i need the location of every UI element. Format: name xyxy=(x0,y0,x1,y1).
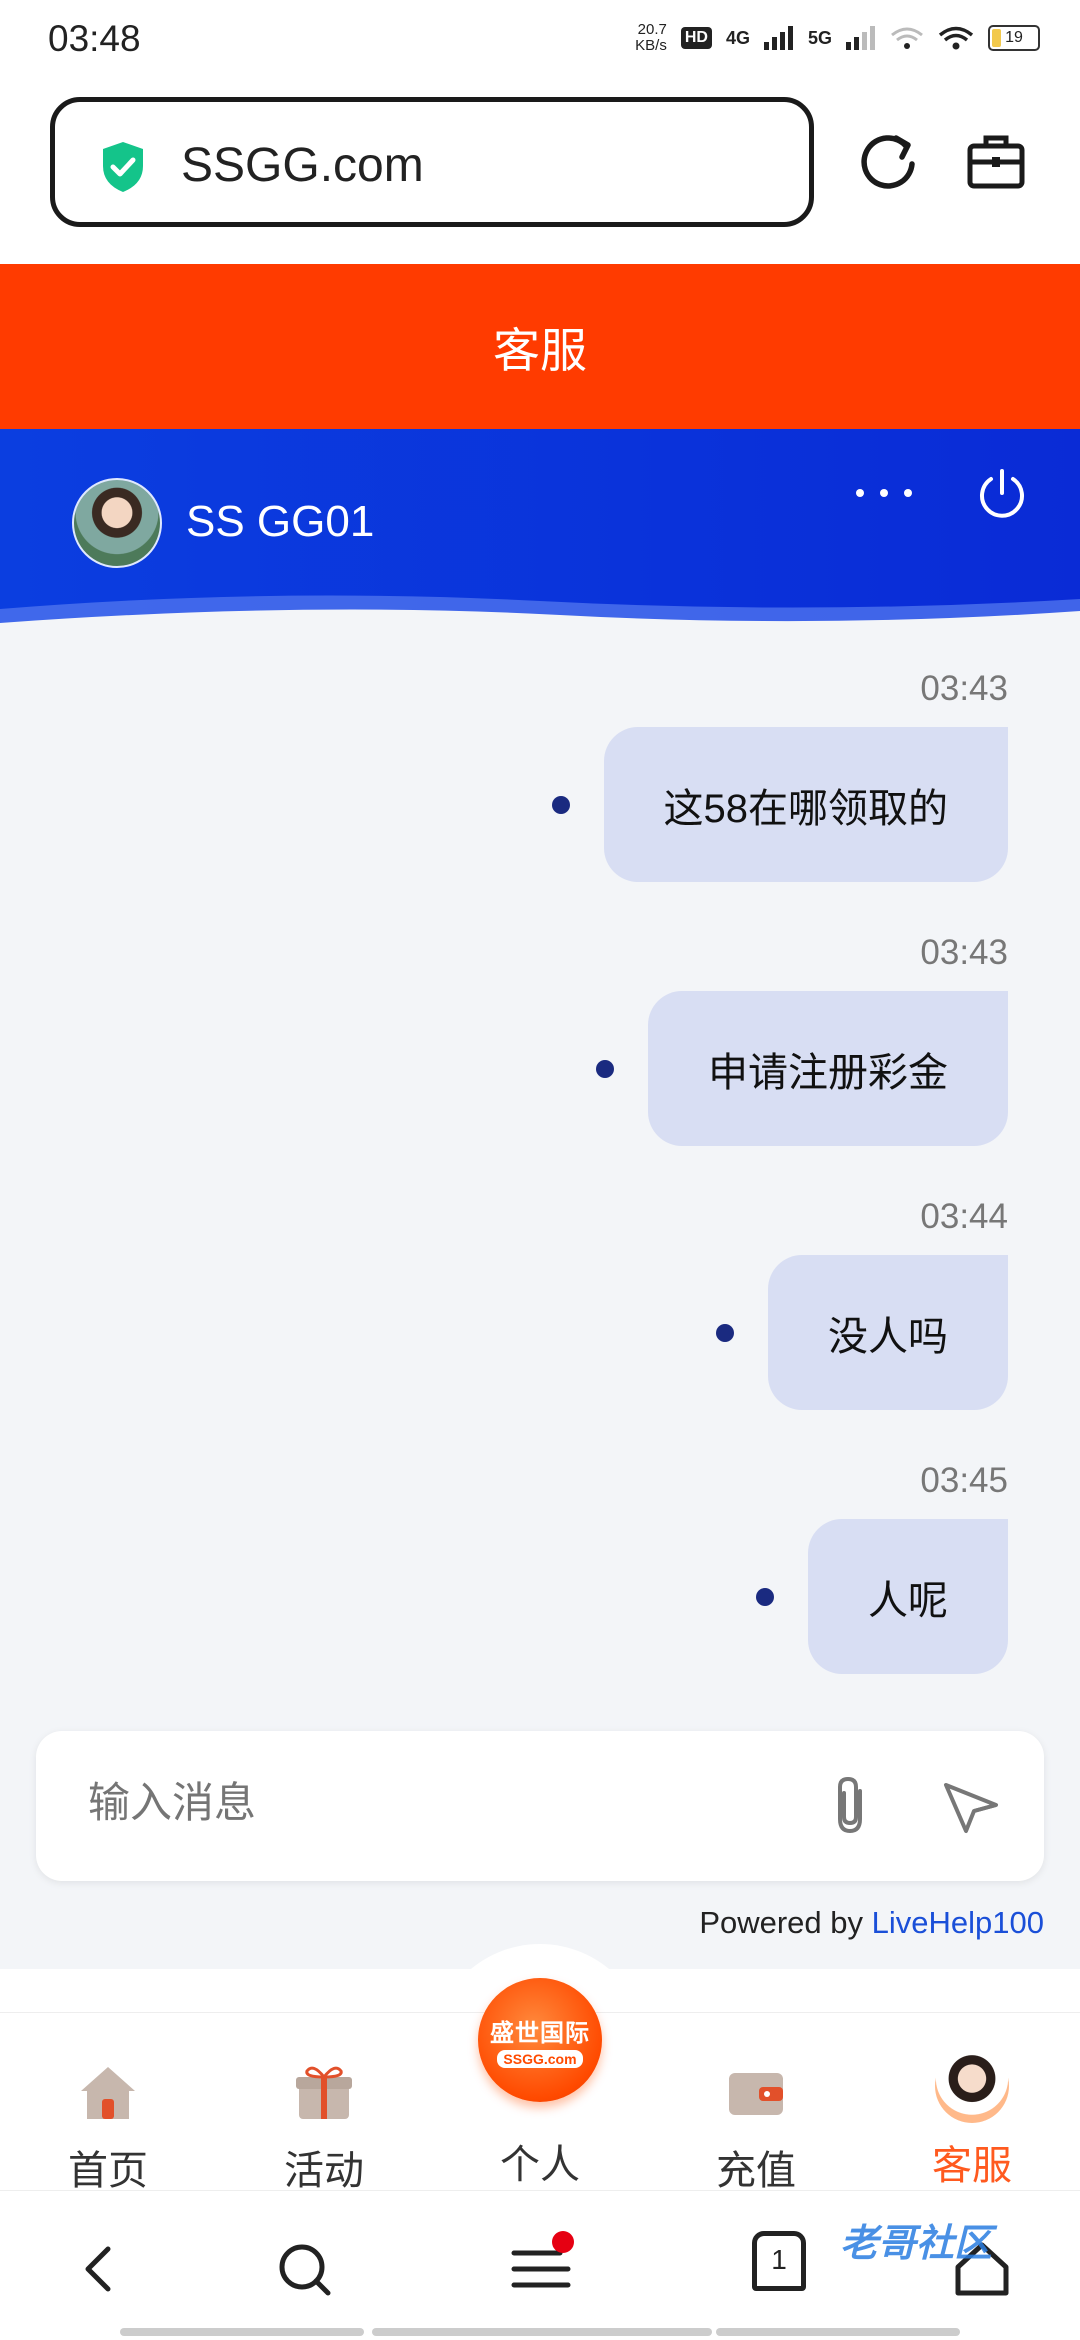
page-header: 客服 xyxy=(0,264,1080,429)
tab-label: 充值 xyxy=(716,2149,796,2193)
signal-4g-icon: 4G xyxy=(725,27,750,48)
scroll-handle xyxy=(372,2328,712,2336)
tabs-button[interactable]: 1 xyxy=(752,2231,806,2291)
more-options-button[interactable] xyxy=(856,481,912,505)
message-time: 03:45 xyxy=(920,1461,1008,1500)
powered-by: Powered by LiveHelp100 xyxy=(699,1905,1044,1940)
search-icon[interactable] xyxy=(274,2239,334,2299)
tab-personal-label[interactable]: 个人 xyxy=(480,2132,600,2190)
tab-home[interactable]: 首页 xyxy=(48,2061,168,2196)
livehelp-link[interactable]: LiveHelp100 xyxy=(872,1905,1044,1940)
message-time: 03:43 xyxy=(920,933,1008,972)
message-input[interactable] xyxy=(88,1779,788,1827)
back-icon[interactable] xyxy=(70,2239,130,2299)
tab-label: 客服 xyxy=(932,2144,1012,2188)
tab-recharge[interactable]: 充值 xyxy=(696,2061,816,2196)
message-bubble: 人呢 xyxy=(808,1519,1008,1674)
url-text: SSGG.com xyxy=(181,139,424,192)
agent-name: SS GG01 xyxy=(186,497,375,546)
signal-bars-icon-2 xyxy=(846,26,875,50)
menu-button[interactable] xyxy=(510,2231,574,2299)
tab-service[interactable]: 客服 xyxy=(912,2049,1032,2191)
send-icon[interactable] xyxy=(940,1777,1002,1837)
message-bubble: 这58在哪领取的 xyxy=(603,727,1008,882)
message-composer xyxy=(36,1731,1044,1881)
battery-icon: 19 xyxy=(988,25,1040,51)
read-status-dot xyxy=(596,1059,614,1078)
tab-label: 首页 xyxy=(68,2149,148,2193)
page-title: 客服 xyxy=(493,324,587,377)
message-bubble: 申请注册彩金 xyxy=(648,991,1008,1146)
read-status-dot xyxy=(551,795,570,814)
status-time: 03:48 xyxy=(48,18,141,59)
chat-header: SS GG01 xyxy=(0,429,1080,639)
hd-icon: HD xyxy=(680,27,712,49)
read-status-dot xyxy=(716,1323,734,1342)
message-item: 03:44 没人吗 xyxy=(716,1197,1008,1410)
power-icon[interactable] xyxy=(974,465,1030,521)
message-bubble: 没人吗 xyxy=(768,1255,1008,1410)
address-bar[interactable]: SSGG.com xyxy=(50,97,814,227)
read-status-dot xyxy=(756,1587,774,1606)
header-wave xyxy=(0,595,1080,639)
message-time: 03:43 xyxy=(920,669,1008,708)
status-bar: 03:48 20.7 KB/s HD 4G 5G 19 xyxy=(0,0,1080,84)
message-item: 03:43 这58在哪领取的 xyxy=(551,669,1008,882)
secure-shield-icon xyxy=(103,142,143,192)
agent-avatar xyxy=(72,478,162,568)
wallet-icon xyxy=(729,2073,783,2115)
toolbox-icon[interactable] xyxy=(966,132,1026,190)
screen: { "status_bar": { "time": "03:48", "net_… xyxy=(0,0,1080,2340)
notification-dot xyxy=(552,2231,574,2253)
tab-activity[interactable]: 活动 xyxy=(264,2061,384,2196)
scroll-handle xyxy=(716,2328,960,2336)
service-avatar-icon xyxy=(935,2049,1009,2123)
signal-5g-icon: 5G xyxy=(807,27,832,48)
reload-icon[interactable] xyxy=(858,128,918,192)
message-item: 03:45 人呢 xyxy=(756,1461,1008,1674)
wifi-icon xyxy=(938,26,974,50)
network-speed: 20.7 KB/s xyxy=(635,21,667,54)
brand-logo-button[interactable]: 盛世国际 SSGG.com xyxy=(478,1978,602,2102)
gift-icon xyxy=(296,2066,352,2119)
scroll-handle xyxy=(120,2328,364,2336)
watermark-text: 老哥社区 xyxy=(840,2223,993,2265)
home-icon xyxy=(81,2067,135,2119)
wifi-hotspot-icon xyxy=(891,27,923,49)
message-item: 03:43 申请注册彩金 xyxy=(596,933,1008,1146)
signal-bars-icon xyxy=(763,26,793,50)
status-icons: 20.7 KB/s HD 4G 5G 19 xyxy=(635,22,1040,54)
tab-label: 活动 xyxy=(284,2149,364,2193)
message-time: 03:44 xyxy=(920,1197,1008,1236)
attachment-icon[interactable] xyxy=(822,1773,878,1839)
